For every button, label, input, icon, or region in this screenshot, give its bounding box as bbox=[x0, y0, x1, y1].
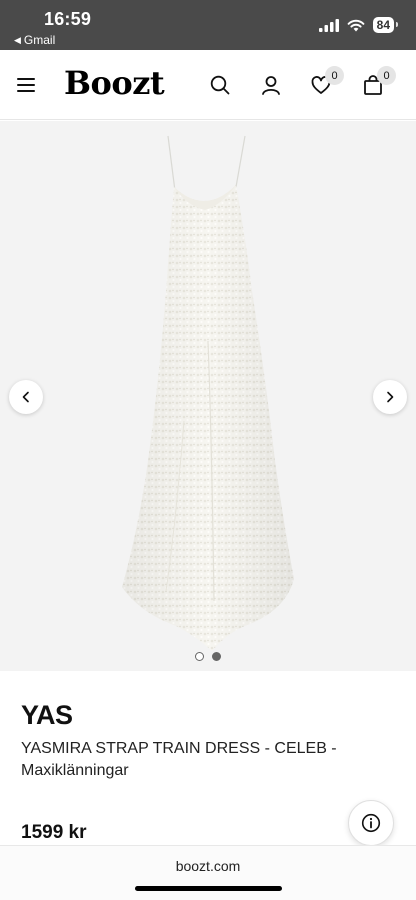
next-image-button[interactable] bbox=[373, 380, 407, 414]
status-bar: 16:59 ◀ Gmail 84 bbox=[0, 0, 416, 50]
previous-image-button[interactable] bbox=[9, 380, 43, 414]
gallery-dot-1[interactable] bbox=[195, 652, 204, 661]
signal-icon bbox=[318, 18, 339, 32]
wishlist-count-badge: 0 bbox=[325, 66, 344, 85]
site-logo[interactable]: Boozt bbox=[64, 64, 165, 102]
user-icon[interactable] bbox=[260, 74, 282, 96]
back-triangle-icon: ◀ bbox=[14, 34, 21, 45]
product-image bbox=[122, 135, 294, 651]
gallery-dot-2[interactable] bbox=[212, 652, 221, 661]
browser-address-bar[interactable]: boozt.com bbox=[0, 845, 416, 900]
cart-button[interactable]: 0 bbox=[362, 66, 396, 96]
gallery-pagination bbox=[195, 652, 221, 661]
search-icon[interactable] bbox=[209, 74, 231, 96]
back-app-label: Gmail bbox=[23, 33, 56, 47]
battery-icon: 84 bbox=[372, 17, 399, 33]
chevron-left-icon bbox=[22, 391, 29, 403]
home-indicator[interactable] bbox=[135, 886, 282, 891]
site-header: Boozt 0 0 bbox=[0, 50, 416, 120]
hamburger-icon[interactable] bbox=[17, 78, 35, 92]
product-name: YASMIRA STRAP TRAIN DRESS - CELEB - Maxi… bbox=[21, 740, 337, 779]
status-time: 16:59 bbox=[44, 9, 92, 29]
cart-count-badge: 0 bbox=[377, 66, 396, 85]
product-price: 1599 kr bbox=[21, 822, 87, 843]
product-brand[interactable]: YAS bbox=[21, 700, 73, 731]
info-icon bbox=[361, 813, 381, 833]
browser-url[interactable]: boozt.com bbox=[0, 858, 416, 874]
chevron-right-icon bbox=[387, 391, 394, 403]
wishlist-button[interactable]: 0 bbox=[310, 66, 344, 96]
wifi-icon bbox=[347, 19, 365, 31]
back-to-app-link[interactable]: ◀ Gmail bbox=[14, 33, 55, 47]
status-indicators: 84 bbox=[318, 17, 399, 33]
product-info-button[interactable] bbox=[348, 800, 394, 846]
product-image-gallery[interactable] bbox=[0, 121, 416, 671]
